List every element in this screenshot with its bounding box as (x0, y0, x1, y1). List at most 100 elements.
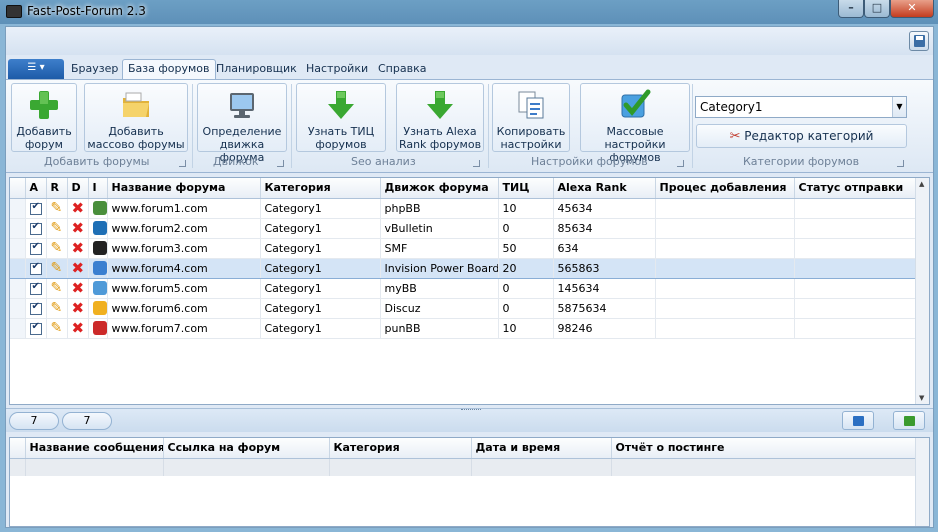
process-cell[interactable] (655, 257, 795, 279)
forum-name-cell[interactable]: www.forum7.com (107, 318, 261, 339)
forum-name-cell[interactable]: www.forum6.com (107, 298, 261, 319)
group-launcher-add[interactable] (179, 160, 186, 167)
tic-cell[interactable]: 0 (498, 218, 554, 239)
column-header-engine[interactable]: Движок форума (380, 178, 499, 199)
row-header[interactable] (10, 198, 26, 219)
status-cell[interactable] (794, 298, 916, 319)
forum-name-cell[interactable]: www.forum4.com (107, 257, 261, 279)
tab-help[interactable]: Справка (373, 59, 431, 79)
engine-cell[interactable]: phpBB (380, 198, 499, 219)
save-button[interactable] (909, 31, 929, 51)
table-row[interactable]: ✎✖ www.forum4.comCategory1Invision Power … (10, 257, 916, 279)
table-row[interactable]: ✎✖ www.forum1.comCategory1phpBB1045634 (10, 198, 916, 219)
forum-name-cell[interactable]: www.forum2.com (107, 218, 261, 239)
row-header[interactable] (10, 318, 26, 339)
get-tic-button[interactable]: Узнать ТИЦ форумов (296, 83, 386, 152)
next-button[interactable] (893, 411, 925, 430)
tic-cell[interactable]: 10 (498, 318, 554, 339)
add-bulk-forums-button[interactable]: Добавить массово форумы (84, 83, 188, 152)
maximize-button[interactable]: □ (864, 0, 890, 18)
splitter-handle[interactable] (461, 409, 481, 412)
active-checkbox[interactable] (25, 218, 47, 239)
minimize-button[interactable]: – (838, 0, 864, 18)
process-cell[interactable] (655, 198, 795, 219)
column-header-alexa[interactable]: Alexa Rank (553, 178, 656, 199)
alexa-cell[interactable]: 5875634 (553, 298, 656, 319)
column-header-datetime[interactable]: Дата и время (471, 438, 612, 459)
scroll-down-icon[interactable]: ▼ (919, 394, 924, 402)
app-menu-button[interactable]: ☰ ▾ (8, 59, 64, 79)
column-header-category[interactable]: Категория (329, 438, 472, 459)
edit-pencil-icon[interactable]: ✎ (46, 198, 68, 219)
dropdown-arrow-icon[interactable]: ▼ (892, 97, 906, 117)
active-checkbox[interactable] (25, 257, 47, 279)
column-header-category[interactable]: Категория (260, 178, 381, 199)
tic-cell[interactable]: 10 (498, 198, 554, 219)
column-header-message-name[interactable]: Название сообщения (25, 438, 164, 459)
edit-pencil-icon[interactable]: ✎ (46, 218, 68, 239)
active-checkbox[interactable] (25, 298, 47, 319)
alexa-cell[interactable]: 634 (553, 238, 656, 259)
category-cell[interactable]: Category1 (260, 218, 381, 239)
add-forum-button[interactable]: Добавить форум (11, 83, 77, 152)
detect-engine-button[interactable]: Определение движка форума (197, 83, 287, 164)
category-cell[interactable]: Category1 (260, 198, 381, 219)
active-checkbox[interactable] (25, 318, 47, 339)
table-row[interactable]: ✎✖ www.forum6.comCategory1Discuz05875634 (10, 298, 916, 319)
engine-cell[interactable]: punBB (380, 318, 499, 339)
tic-cell[interactable]: 50 (498, 238, 554, 259)
tab-forum-base[interactable]: База форумов (122, 59, 216, 79)
active-checkbox[interactable] (25, 238, 47, 259)
alexa-cell[interactable]: 565863 (553, 257, 656, 279)
delete-x-icon[interactable]: ✖ (67, 238, 89, 259)
delete-x-icon[interactable]: ✖ (67, 198, 89, 219)
status-cell[interactable] (794, 198, 916, 219)
alexa-cell[interactable]: 98246 (553, 318, 656, 339)
close-button[interactable]: ✕ (890, 0, 934, 18)
column-header-process[interactable]: Процес добавления (655, 178, 795, 199)
tab-scheduler[interactable]: Планировщик (211, 59, 302, 79)
scroll-up-icon[interactable]: ▲ (919, 180, 924, 188)
column-header-report[interactable]: Отчёт о постинге (611, 438, 916, 459)
bulk-settings-button[interactable]: Массовые настройки форумов (580, 83, 690, 164)
column-header-i[interactable]: I (88, 178, 108, 199)
column-header-status[interactable]: Статус отправки (794, 178, 916, 199)
delete-x-icon[interactable]: ✖ (67, 298, 89, 319)
column-header-a[interactable]: A (25, 178, 47, 199)
title-bar[interactable]: Fast-Post-Forum 2.3 – □ ✕ (0, 0, 938, 24)
column-header-r[interactable]: R (46, 178, 68, 199)
process-cell[interactable] (655, 238, 795, 259)
row-header[interactable] (10, 278, 26, 299)
active-checkbox[interactable] (25, 278, 47, 299)
status-cell[interactable] (794, 218, 916, 239)
status-cell[interactable] (794, 238, 916, 259)
process-cell[interactable] (655, 298, 795, 319)
table-row[interactable] (10, 458, 916, 476)
copy-settings-button[interactable]: Копировать настройки (492, 83, 570, 152)
delete-x-icon[interactable]: ✖ (67, 318, 89, 339)
group-launcher-engine[interactable] (277, 160, 284, 167)
edit-pencil-icon[interactable]: ✎ (46, 318, 68, 339)
edit-pencil-icon[interactable]: ✎ (46, 257, 68, 279)
delete-x-icon[interactable]: ✖ (67, 278, 89, 299)
category-select[interactable]: Category1 ▼ (695, 96, 907, 118)
status-cell[interactable] (794, 318, 916, 339)
column-header-tic[interactable]: ТИЦ (498, 178, 554, 199)
alexa-cell[interactable]: 45634 (553, 198, 656, 219)
alexa-cell[interactable]: 145634 (553, 278, 656, 299)
edit-pencil-icon[interactable]: ✎ (46, 298, 68, 319)
group-launcher-categories[interactable] (897, 160, 904, 167)
active-checkbox[interactable] (25, 198, 47, 219)
engine-cell[interactable]: Invision Power Board (380, 257, 499, 279)
column-header-forum-link[interactable]: Ссылка на форум (163, 438, 330, 459)
delete-x-icon[interactable]: ✖ (67, 218, 89, 239)
process-cell[interactable] (655, 218, 795, 239)
row-header[interactable] (10, 257, 26, 279)
status-cell[interactable] (794, 278, 916, 299)
column-header-forum-name[interactable]: Название форума (107, 178, 261, 199)
table-row[interactable]: ✎✖ www.forum5.comCategory1myBB0145634 (10, 278, 916, 299)
tic-cell[interactable]: 0 (498, 278, 554, 299)
table-row[interactable]: ✎✖ www.forum2.comCategory1vBulletin085634 (10, 218, 916, 239)
category-cell[interactable]: Category1 (260, 318, 381, 339)
process-cell[interactable] (655, 318, 795, 339)
